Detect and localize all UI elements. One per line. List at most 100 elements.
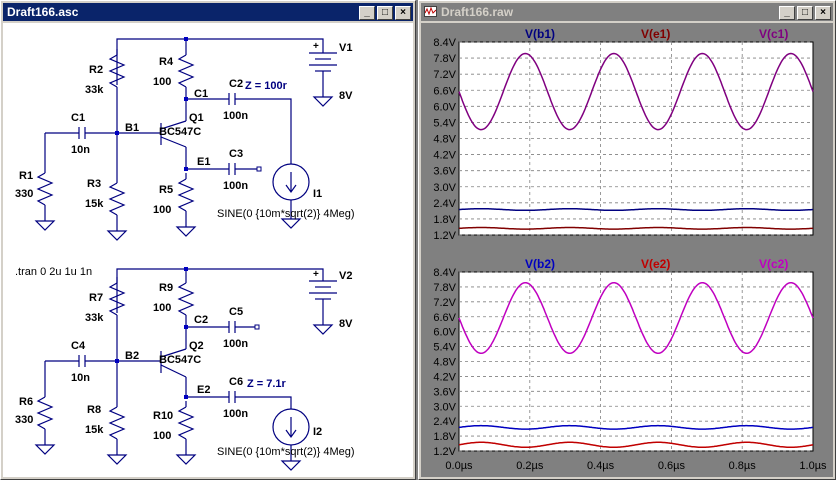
legend-vb1[interactable]: V(b1): [525, 27, 555, 41]
label-q1: Q1: [189, 112, 204, 124]
waveform-titlebar[interactable]: Draft166.raw _ □ ×: [421, 3, 833, 21]
value-r7: 33k: [85, 312, 104, 324]
label-v1: V1: [339, 42, 352, 54]
label-c6: C6: [229, 376, 243, 388]
label-r4: R4: [159, 56, 174, 68]
y-tick-label: 4.8V: [433, 357, 456, 369]
value-v2: 8V: [339, 318, 353, 330]
node-b1: B1: [125, 122, 139, 134]
minimize-button[interactable]: _: [359, 6, 375, 20]
value-r1: 330: [15, 188, 33, 200]
close-button[interactable]: ×: [395, 6, 411, 20]
value-v1: 8V: [339, 90, 353, 102]
plot-pane-top: 8.4V 7.8V 7.2V 6.6V 6.0V 5.4V 4.8V 4.2V 3.6V 3.0V…: [433, 27, 814, 242]
y-tick-label: 2.4V: [433, 198, 456, 210]
waveform-close-button[interactable]: ×: [815, 6, 831, 20]
y-tick-label: 8.4V: [433, 37, 456, 49]
legend-vc2[interactable]: V(c2): [759, 257, 788, 271]
x-tick-label: 0.0µs: [445, 460, 473, 472]
schematic-drawing: R2 33k R4 100 C1 C2 Z = 100r 100n + V1 8…: [15, 37, 355, 471]
y-tick-label: 3.0V: [433, 182, 456, 194]
value-c5: 100n: [223, 338, 248, 350]
value-r8: 15k: [85, 424, 104, 436]
label-r7: R7: [89, 292, 103, 304]
y-tick-label: 6.6V: [433, 312, 456, 324]
tran-directive[interactable]: .tran 0 2u 1u 1n: [15, 266, 92, 278]
label-r2: R2: [89, 64, 103, 76]
label-r5: R5: [159, 184, 173, 196]
model-q2: BC547C: [159, 354, 201, 366]
value-r5: 100: [153, 204, 171, 216]
y-tick-label: 1.8V: [433, 214, 456, 226]
label-r10: R10: [153, 410, 173, 422]
node-c1: C1: [194, 88, 208, 100]
y-tick-label: 7.8V: [433, 53, 456, 65]
x-tick-label: 0.4µs: [587, 460, 615, 472]
plus-v1: +: [313, 41, 319, 52]
waveform-minimize-button[interactable]: _: [779, 6, 795, 20]
y-tick-label: 4.2V: [433, 150, 456, 162]
y-axis-ticks-bottom: 8.4V 7.8V 7.2V 6.6V 6.0V 5.4V 4.8V 4.2V 3.6V 3.0V…: [433, 267, 456, 458]
y-tick-label: 3.0V: [433, 401, 456, 413]
value-r2: 33k: [85, 84, 104, 96]
label-c2: C2: [229, 78, 243, 90]
y-tick-label: 8.4V: [433, 267, 456, 279]
plot-pane-bottom: 8.4V 7.8V 7.2V 6.6V 6.0V 5.4V 4.8V 4.2V 3.6V 3.0V…: [433, 257, 814, 458]
waveform-maximize-button[interactable]: □: [797, 6, 813, 20]
legend-vc1[interactable]: V(c1): [759, 27, 788, 41]
value-r4: 100: [153, 76, 171, 88]
label-r1: R1: [19, 170, 33, 182]
label-c1: C1: [71, 112, 85, 124]
legend-vb2[interactable]: V(b2): [525, 257, 555, 271]
label-i1: I1: [313, 188, 322, 200]
value-r6: 330: [15, 414, 33, 426]
label-r6: R6: [19, 396, 33, 408]
node-c2: C2: [194, 314, 208, 326]
waveform-window[interactable]: Draft166.raw _ □ × 8.4V 7.8V 7.2V 6.6V 6.0V 5…: [418, 0, 836, 480]
label-c4: C4: [71, 340, 86, 352]
y-tick-label: 6.0V: [433, 101, 456, 113]
x-tick-label: 1.0µs: [799, 460, 827, 472]
waveform-plots: 8.4V 7.8V 7.2V 6.6V 6.0V 5.4V 4.8V 4.2V 3.6V 3.0V…: [433, 27, 827, 472]
y-tick-label: 4.2V: [433, 371, 456, 383]
value-r10: 100: [153, 430, 171, 442]
legend-ve2[interactable]: V(e2): [641, 257, 670, 271]
impedance-z1: Z = 100r: [245, 80, 288, 92]
source-i2: SINE(0 {10m*sqrt(2)} 4Meg): [217, 446, 355, 458]
label-c5: C5: [229, 306, 243, 318]
y-tick-label: 7.2V: [433, 297, 456, 309]
legend-ve1[interactable]: V(e1): [641, 27, 670, 41]
y-tick-label: 4.8V: [433, 134, 456, 146]
schematic-canvas[interactable]: R2 33k R4 100 C1 C2 Z = 100r 100n + V1 8…: [3, 23, 413, 477]
y-axis-ticks-top: 8.4V 7.8V 7.2V 6.6V 6.0V 5.4V 4.8V 4.2V 3.6V 3.0V…: [433, 37, 456, 242]
plus-v2: +: [313, 269, 319, 280]
y-tick-label: 1.2V: [433, 230, 456, 242]
label-i2: I2: [313, 426, 322, 438]
schematic-title: Draft166.asc: [7, 5, 79, 19]
value-r9: 100: [153, 302, 171, 314]
y-tick-label: 5.4V: [433, 117, 456, 129]
node-e2: E2: [197, 384, 210, 396]
x-tick-label: 0.8µs: [729, 460, 757, 472]
value-r3: 15k: [85, 198, 104, 210]
schematic-titlebar[interactable]: Draft166.asc _ □ ×: [3, 3, 413, 21]
value-c1: 10n: [71, 144, 90, 156]
value-c6: 100n: [223, 408, 248, 420]
label-r3: R3: [87, 178, 101, 190]
x-axis-ticks: 0.0µs 0.2µs 0.4µs 0.6µs 0.8µs 1.0µs: [445, 460, 827, 472]
x-tick-label: 0.6µs: [658, 460, 686, 472]
y-tick-label: 6.6V: [433, 85, 456, 97]
waveform-plot-area[interactable]: 8.4V 7.8V 7.2V 6.6V 6.0V 5.4V 4.8V 4.2V 3.6V 3.0V…: [421, 23, 833, 477]
label-r8: R8: [87, 404, 101, 416]
y-tick-label: 7.2V: [433, 69, 456, 81]
value-c3: 100n: [223, 180, 248, 192]
y-tick-label: 3.6V: [433, 166, 456, 178]
x-tick-label: 0.2µs: [516, 460, 544, 472]
schematic-window[interactable]: Draft166.asc _ □ × R2 33k R4 100 C1 C2 Z…: [0, 0, 416, 480]
label-q2: Q2: [189, 340, 204, 352]
waveform-title: Draft166.raw: [441, 5, 514, 19]
maximize-button[interactable]: □: [377, 6, 393, 20]
y-tick-label: 1.2V: [433, 446, 456, 458]
value-c4: 10n: [71, 372, 90, 384]
value-c2: 100n: [223, 110, 248, 122]
